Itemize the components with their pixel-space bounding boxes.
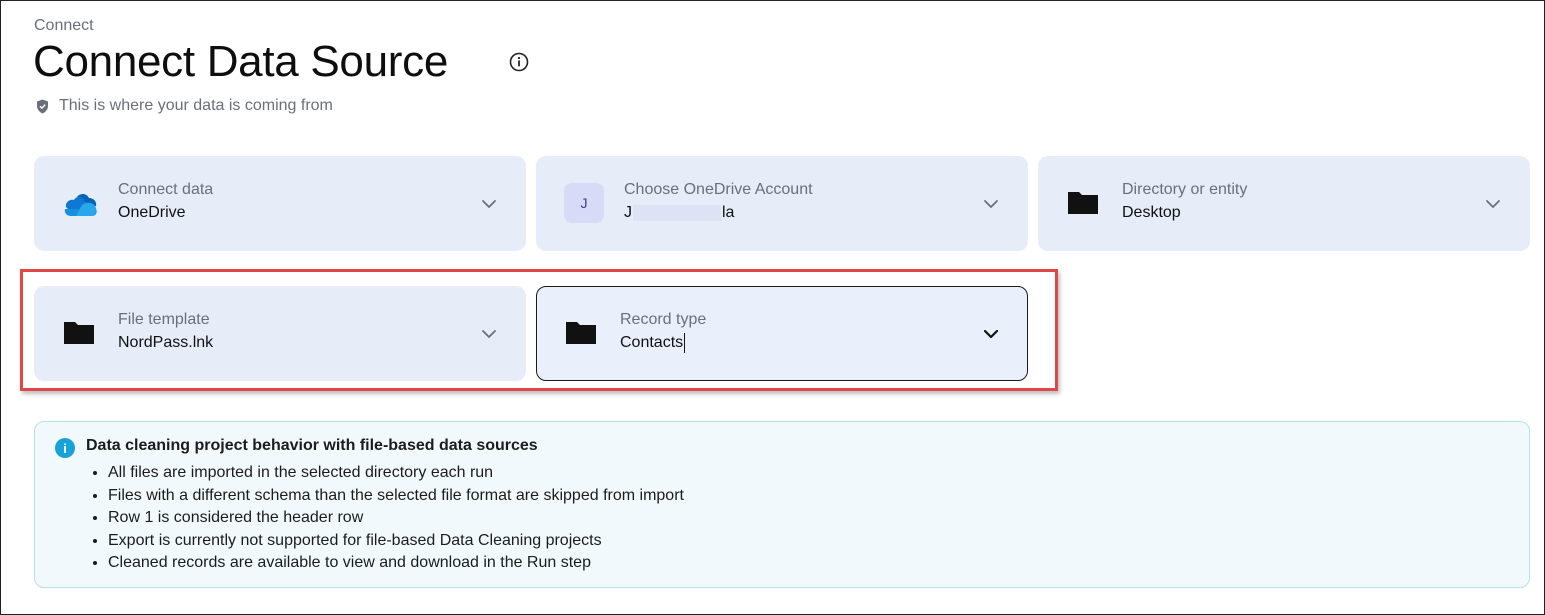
- connect-data-label: Connect data: [118, 181, 214, 198]
- info-icon[interactable]: [509, 52, 529, 72]
- account-value-suffix: la: [722, 204, 735, 221]
- chevron-down-icon[interactable]: [480, 195, 498, 213]
- redacted-text: [633, 204, 721, 221]
- avatar: J: [564, 183, 604, 223]
- account-value-prefix: J: [624, 204, 632, 221]
- annotation-highlight-box: [20, 269, 1058, 391]
- list-item: Export is currently not supported for fi…: [108, 530, 684, 553]
- list-item: Files with a different schema than the s…: [108, 485, 684, 508]
- notice-list: All files are imported in the selected d…: [86, 462, 684, 575]
- folder-icon: [1066, 187, 1102, 219]
- account-value: Jla: [624, 201, 813, 225]
- onedrive-icon: [62, 187, 98, 219]
- account-label: Choose OneDrive Account: [624, 181, 813, 198]
- list-item: All files are imported in the selected d…: [108, 462, 684, 485]
- info-icon: i: [55, 438, 75, 458]
- connect-data-select[interactable]: Connect data OneDrive: [34, 156, 526, 251]
- directory-label: Directory or entity: [1122, 181, 1248, 198]
- directory-value: Desktop: [1122, 204, 1181, 221]
- subtitle-text: This is where your data is coming from: [59, 97, 333, 114]
- directory-select[interactable]: Directory or entity Desktop: [1038, 156, 1530, 251]
- shield-icon: [37, 99, 48, 113]
- chevron-down-icon[interactable]: [982, 195, 1000, 213]
- breadcrumb[interactable]: Connect: [34, 17, 94, 35]
- info-notice: i Data cleaning project behavior with fi…: [34, 421, 1530, 588]
- notice-title: Data cleaning project behavior with file…: [86, 437, 538, 454]
- list-item: Row 1 is considered the header row: [108, 507, 684, 530]
- connect-data-value: OneDrive: [118, 204, 186, 221]
- onedrive-account-select[interactable]: J Choose OneDrive Account Jla: [536, 156, 1028, 251]
- page-subtitle: This is where your data is coming from: [36, 97, 333, 115]
- chevron-down-icon[interactable]: [1484, 195, 1502, 213]
- page-title: Connect Data Source: [33, 37, 448, 86]
- list-item: Cleaned records are available to view an…: [108, 552, 684, 575]
